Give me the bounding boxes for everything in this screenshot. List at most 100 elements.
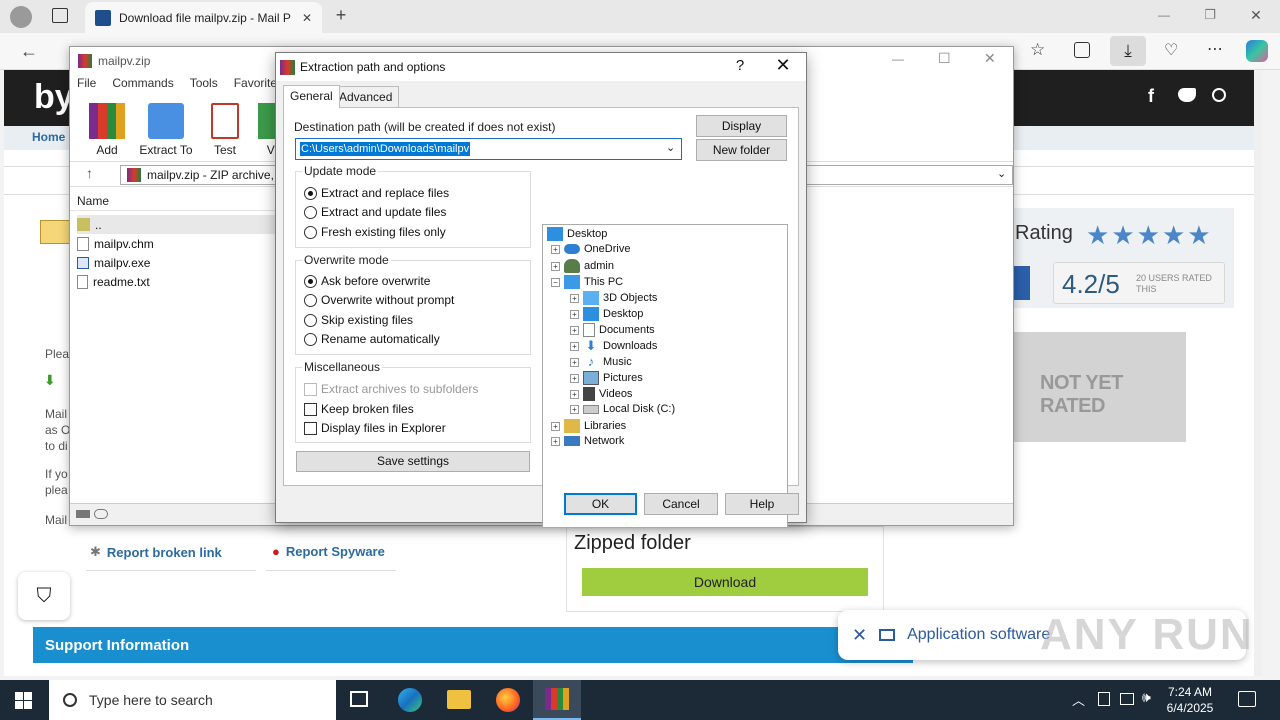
expand-icon[interactable]: + — [551, 436, 560, 446]
radio-skip-existing[interactable]: Skip existing files — [304, 313, 413, 327]
save-settings-button[interactable]: Save settings — [296, 451, 530, 472]
new-folder-button[interactable]: New folder — [696, 139, 787, 161]
tree-node-local-disk[interactable]: + Local Disk (C:) — [570, 403, 675, 415]
dialog-help-icon[interactable]: ? — [728, 57, 752, 74]
radio-button[interactable] — [304, 186, 317, 200]
downloads-button[interactable]: ⤓ — [1110, 36, 1146, 66]
tab-close-icon[interactable]: ✕ — [302, 11, 312, 25]
winrar-maximize-button[interactable]: ☐ — [938, 50, 951, 67]
radio-button[interactable] — [304, 293, 317, 307]
volume-icon[interactable]: 🕪 — [1142, 689, 1151, 706]
radio-button[interactable] — [304, 205, 317, 219]
task-view-icon[interactable] — [350, 691, 368, 707]
help-button[interactable]: Help — [725, 493, 799, 515]
tree-node-libraries[interactable]: + Libraries — [551, 419, 626, 433]
tree-node-network[interactable]: + Network — [551, 435, 624, 447]
radio-ask-before-overwrite[interactable]: Ask before overwrite — [304, 274, 430, 288]
folder-tree[interactable]: Desktop + OneDrive + admin − This PC + 3… — [542, 224, 788, 528]
destination-path-input[interactable]: C:\Users\admin\Downloads\mailpv ⌄ — [295, 138, 682, 160]
file-row-parent[interactable]: .. — [77, 215, 277, 234]
checkbox-keep-broken-files[interactable]: Keep broken files — [304, 402, 414, 416]
search-icon[interactable] — [1212, 88, 1226, 102]
dialog-close-button[interactable]: ✕ — [770, 55, 796, 76]
menu-commands[interactable]: Commands — [112, 76, 173, 96]
active-tab[interactable]: Download file mailpv.zip - Mail P ✕ — [85, 2, 322, 33]
chevron-down-icon[interactable]: ⌄ — [666, 141, 675, 154]
expand-icon[interactable]: + — [570, 309, 579, 319]
tree-node-music[interactable]: + ♪ Music — [570, 355, 632, 369]
radio-fresh-existing[interactable]: Fresh existing files only — [304, 225, 446, 239]
report-broken-label[interactable]: Report broken link — [107, 545, 222, 560]
shield-button[interactable]: ⛉ — [18, 572, 70, 620]
toast-text[interactable]: Application software — [907, 626, 1050, 644]
star-icon[interactable]: ★ — [1086, 220, 1109, 251]
star-icon[interactable]: ★ — [1187, 220, 1210, 251]
expand-icon[interactable]: + — [570, 404, 579, 414]
checkbox-display-in-explorer[interactable]: Display files in Explorer — [304, 421, 446, 435]
tree-node-this-pc[interactable]: − This PC — [551, 275, 623, 289]
star-icon[interactable]: ★ — [1137, 220, 1160, 251]
rating-stars[interactable]: ★ ★ ★ ★ ★ — [1086, 220, 1211, 251]
chevron-up-icon[interactable]: ︿ — [1072, 690, 1085, 709]
report-spyware-link[interactable]: ● Report Spyware — [272, 544, 385, 559]
expand-icon[interactable]: + — [551, 244, 560, 254]
tree-node-desktop[interactable]: Desktop — [547, 227, 607, 241]
health-icon[interactable]: ♡ — [1164, 40, 1178, 60]
winrar-taskbar-button[interactable] — [533, 680, 581, 720]
favorites-star-icon[interactable]: ☆ — [1030, 40, 1045, 60]
tab-advanced[interactable]: Advanced — [332, 86, 400, 107]
edge-browser-icon[interactable] — [398, 688, 422, 712]
chevron-down-icon[interactable]: ⌄ — [997, 167, 1006, 180]
rate-button[interactable] — [1012, 266, 1030, 300]
winrar-minimize-button[interactable]: — — [892, 52, 904, 66]
radio-button[interactable] — [304, 332, 317, 346]
report-spyware-label[interactable]: Report Spyware — [286, 544, 385, 559]
site-logo[interactable]: by — [34, 78, 74, 117]
ethernet-icon[interactable] — [1120, 693, 1134, 705]
tree-node-pictures[interactable]: + Pictures — [570, 371, 643, 385]
notifications-icon[interactable] — [1238, 691, 1256, 707]
file-row[interactable]: readme.txt — [77, 272, 150, 291]
column-header-name[interactable]: Name — [70, 189, 280, 211]
close-icon[interactable]: ✕ — [852, 625, 867, 646]
star-icon[interactable]: ★ — [1162, 220, 1185, 251]
up-arrow-icon[interactable]: ↑ — [86, 165, 93, 181]
page-scrollbar[interactable] — [1254, 70, 1262, 676]
file-row[interactable]: mailpv.exe — [77, 253, 150, 272]
display-button[interactable]: Display — [696, 115, 787, 137]
tree-node-documents[interactable]: + Documents — [570, 323, 655, 337]
tab-general[interactable]: General — [283, 85, 340, 108]
radio-button[interactable] — [304, 313, 317, 327]
expand-icon[interactable]: + — [570, 341, 579, 351]
report-broken-link[interactable]: ✱ Report broken link — [90, 544, 222, 560]
tree-node-3d-objects[interactable]: + 3D Objects — [570, 291, 657, 305]
expand-icon[interactable]: + — [551, 261, 560, 271]
more-options-icon[interactable]: ⋯ — [1207, 39, 1223, 59]
nav-home-link[interactable]: Home — [32, 130, 65, 144]
tree-node-downloads[interactable]: + ⬇ Downloads — [570, 339, 657, 353]
winrar-close-button[interactable]: ✕ — [984, 50, 996, 67]
radio-overwrite-without-prompt[interactable]: Overwrite without prompt — [304, 293, 454, 307]
taskbar-search-box[interactable]: Type here to search — [49, 680, 336, 720]
tree-node-admin[interactable]: + admin — [551, 259, 614, 273]
expand-icon[interactable]: + — [570, 293, 579, 303]
test-button[interactable]: Test — [195, 101, 255, 157]
extract-to-button[interactable]: Extract To — [136, 101, 196, 157]
browser-close-button[interactable]: ✕ — [1246, 5, 1266, 25]
new-tab-button[interactable]: + — [330, 5, 352, 25]
copilot-icon[interactable] — [1246, 40, 1268, 62]
star-icon[interactable]: ★ — [1111, 220, 1134, 251]
network-tray-icon[interactable] — [1098, 692, 1110, 706]
menu-tools[interactable]: Tools — [190, 76, 218, 96]
collections-icon[interactable] — [1074, 42, 1090, 58]
expand-icon[interactable]: + — [551, 421, 560, 431]
taskbar-clock[interactable]: 7:24 AM 6/4/2025 — [1160, 684, 1220, 716]
tree-node-pc-desktop[interactable]: + Desktop — [570, 307, 643, 321]
expand-icon[interactable]: + — [570, 389, 579, 399]
tree-node-onedrive[interactable]: + OneDrive — [551, 243, 630, 255]
checkbox[interactable] — [304, 402, 317, 416]
windows-start-icon[interactable] — [15, 692, 32, 709]
add-button[interactable]: Add — [77, 101, 137, 157]
expand-icon[interactable]: + — [570, 357, 579, 367]
dialog-titlebar[interactable]: Extraction path and options ? ✕ — [276, 53, 806, 81]
